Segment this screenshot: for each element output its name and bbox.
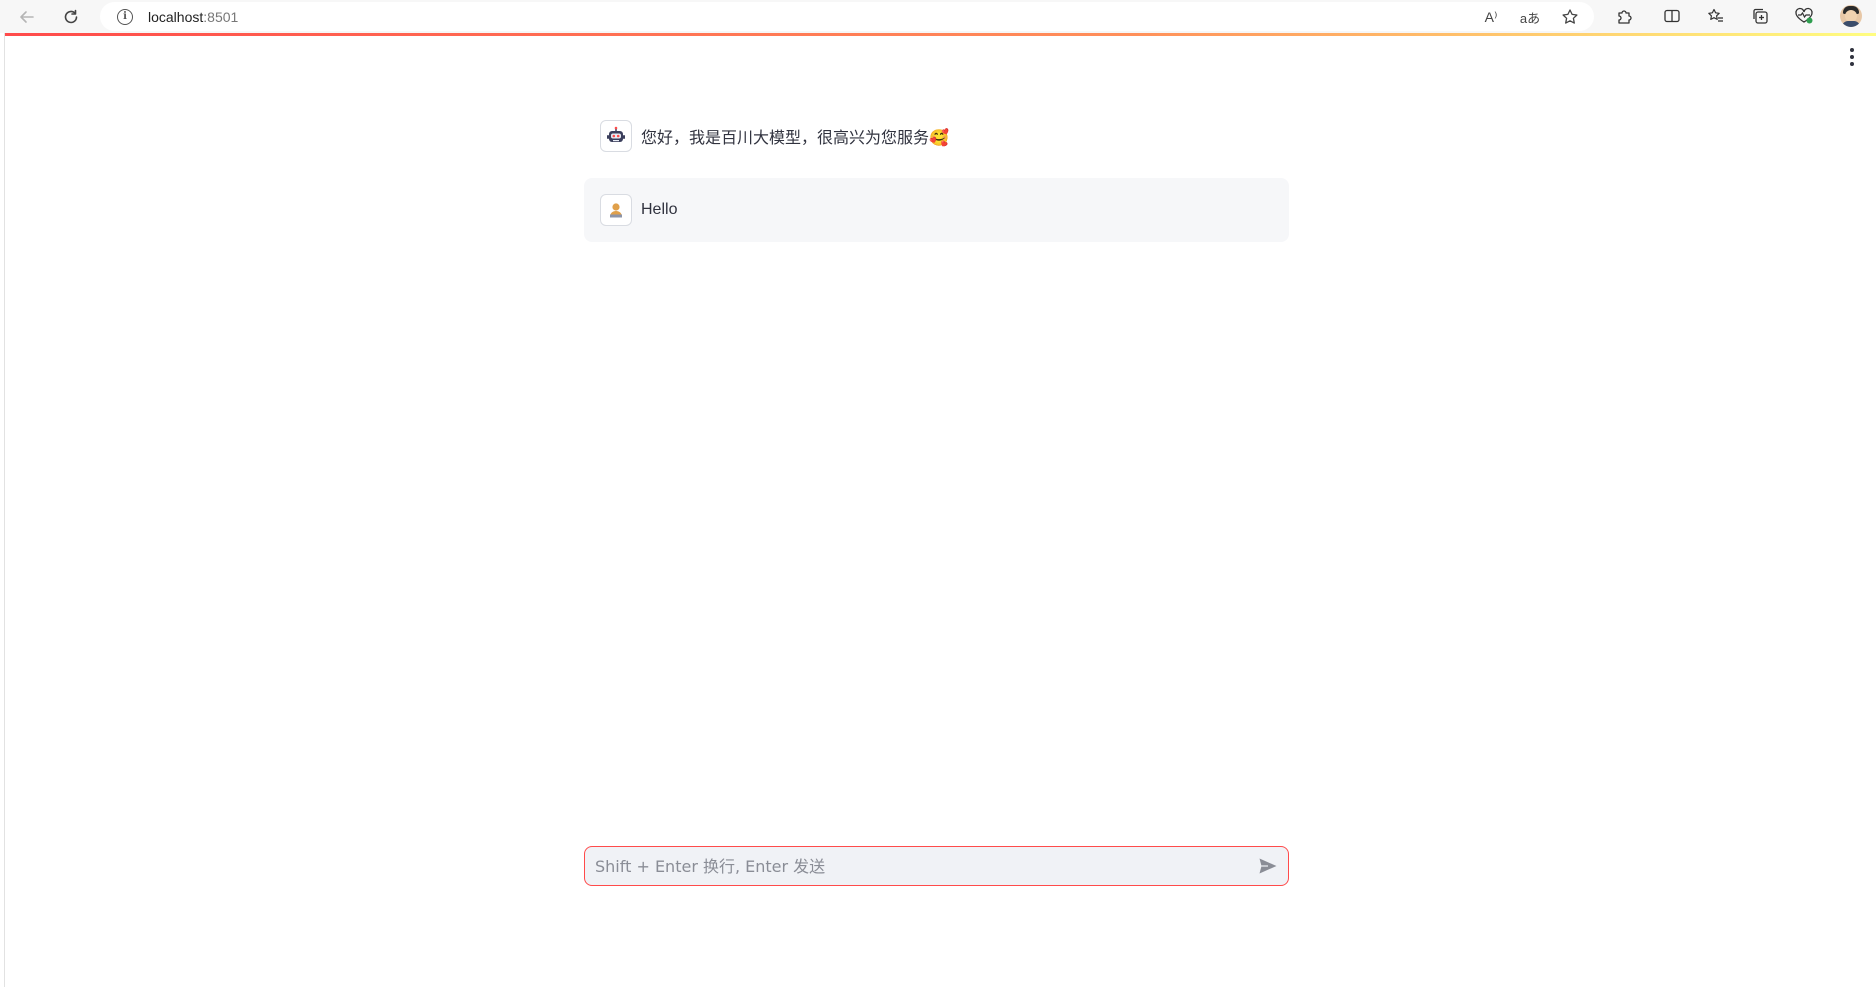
favorites-shape xyxy=(1708,8,1723,22)
send-icon xyxy=(1259,858,1277,874)
url-text[interactable]: localhost:8501 xyxy=(148,9,238,25)
reload-button[interactable] xyxy=(58,4,84,30)
star-icon-shape xyxy=(1562,9,1578,24)
kebab-menu-icon[interactable] xyxy=(1846,47,1858,67)
url-port: :8501 xyxy=(203,9,239,25)
user-avatar xyxy=(600,194,632,226)
chat-input[interactable] xyxy=(585,847,1250,885)
menu-dot xyxy=(1850,55,1854,59)
url-host: localhost xyxy=(148,9,204,25)
chat-input-container xyxy=(584,846,1289,886)
avatar-body xyxy=(1842,21,1860,27)
extensions-shape xyxy=(1618,10,1632,24)
back-button[interactable] xyxy=(14,4,40,30)
performance-shape xyxy=(1795,7,1813,24)
send-button[interactable] xyxy=(1250,848,1286,884)
read-aloud-glyph: A⁾ xyxy=(1484,8,1498,25)
heart-pulse-icon[interactable] xyxy=(1792,5,1816,27)
header-decoration-bar xyxy=(5,33,1876,36)
collections-icon[interactable] xyxy=(1748,5,1772,27)
collections-shape xyxy=(1753,8,1768,24)
split-screen-icon[interactable] xyxy=(1660,5,1684,27)
profile-avatar[interactable] xyxy=(1840,5,1862,27)
assistant-message-text: 您好，我是百川大模型，很高兴为您服务🥰 xyxy=(641,128,949,147)
person-icon xyxy=(610,203,622,218)
star-icon[interactable] xyxy=(1559,7,1581,27)
reload-icon xyxy=(64,9,78,24)
menu-dot xyxy=(1850,48,1854,52)
chat-message-user: Hello xyxy=(584,178,1289,242)
back-arrow-icon xyxy=(20,11,34,23)
app-viewport xyxy=(4,33,1876,987)
menu-dot xyxy=(1850,62,1854,66)
split-screen-shape xyxy=(1664,9,1680,23)
translate-glyph: aあ xyxy=(1519,10,1541,26)
address-bar[interactable]: i localhost:8501 A⁾ aあ xyxy=(100,2,1594,31)
robot-icon xyxy=(607,126,625,142)
info-icon[interactable]: i xyxy=(117,9,133,25)
read-aloud-icon[interactable]: A⁾ xyxy=(1480,7,1502,27)
favorites-icon[interactable] xyxy=(1704,5,1728,27)
translate-icon[interactable]: aあ xyxy=(1519,7,1541,27)
browser-toolbar: i localhost:8501 A⁾ aあ xyxy=(0,0,1876,33)
assistant-avatar xyxy=(600,120,632,152)
puzzle-icon[interactable] xyxy=(1612,5,1636,27)
chat-message-assistant: 您好，我是百川大模型，很高兴为您服务🥰 xyxy=(584,110,1289,162)
user-message-text: Hello xyxy=(641,201,678,218)
